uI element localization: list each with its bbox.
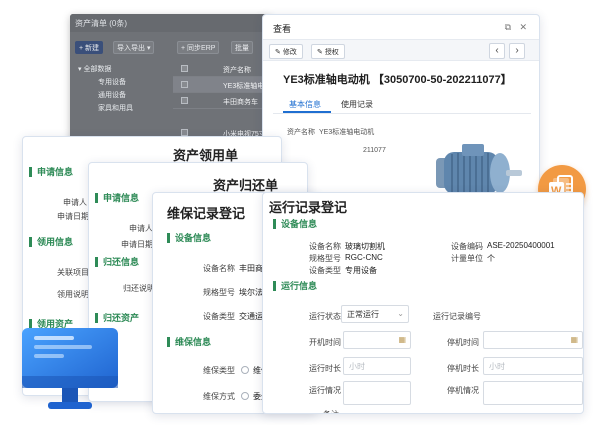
operation-record-form: 运行记录登记 设备信息 设备名称 玻璃切割机 规格型号 RGC-CNC 设备类型… — [262, 192, 584, 414]
calendar-icon: ▦ — [398, 335, 406, 344]
field-label-run-status: 运行状态 — [309, 312, 341, 321]
stop-condition-textarea[interactable] — [483, 381, 583, 405]
section-apply-info: 申请信息 — [29, 167, 73, 177]
field-label-return-note: 归还说明 — [123, 284, 155, 293]
section-run-info: 运行信息 — [273, 281, 317, 291]
field-label-device-type: 设备类型 — [203, 312, 235, 321]
start-time-input[interactable]: ▦ — [343, 331, 411, 349]
field-label-device-code: 设备编码 — [451, 242, 483, 251]
tab-divider — [273, 113, 531, 114]
field-value-model: RGC-CNC — [345, 253, 383, 262]
row-asset-name[interactable]: 丰田商务车 — [223, 97, 258, 107]
tree-item-all[interactable]: ▾ 全部数据 — [78, 64, 111, 74]
new-button[interactable]: + 新建 — [75, 41, 104, 54]
table-header-name: 资产名称 — [223, 67, 251, 74]
field-label-device-name: 设备名称 — [203, 264, 235, 273]
field-label-device-type: 设备类型 — [309, 266, 341, 275]
radio-maint-type[interactable] — [241, 366, 249, 374]
field-label-unit: 计量单位 — [451, 254, 483, 263]
run-status-select[interactable]: 正常运行 ⌄ — [341, 305, 409, 323]
asset-heading: YE3标准轴电动机 【3050700-50-202211077】 — [283, 74, 512, 86]
edit-button[interactable]: ✎ 修改 — [269, 44, 303, 59]
close-icon[interactable]: ✕ — [519, 22, 527, 33]
field-value-device-type: 专用设备 — [345, 266, 377, 275]
field-label-remark: 备注 — [323, 409, 339, 413]
field-label-apply-date: 申请日期 — [121, 240, 153, 249]
table-header-row: 资产名称 — [173, 61, 270, 77]
table-row[interactable]: 丰田商务车 — [173, 93, 270, 109]
field-label-apply-date: 申请日期 — [57, 212, 89, 221]
form-title: 运行记录登记 — [269, 200, 348, 215]
select-all-checkbox[interactable] — [181, 65, 188, 72]
section-return-assets: 归还资产 — [95, 313, 139, 323]
field-label-applicant: 申请人 — [63, 198, 87, 207]
field-value-device-code: ASE-20250400001 — [487, 241, 555, 250]
import-export-button[interactable]: 导入导出 ▾ — [113, 41, 155, 54]
calendar-icon: ▦ — [570, 335, 578, 344]
field-label-stop-duration: 停机时长 — [447, 364, 479, 373]
detail-title: 查看 — [273, 24, 292, 34]
field-label-start-time: 开机时间 — [309, 338, 341, 347]
row-checkbox[interactable] — [181, 97, 188, 104]
monitor-illustration-icon — [22, 326, 118, 412]
field-value-device-name: 玻璃切割机 — [345, 242, 385, 251]
field-label-project: 关联项目 — [57, 268, 89, 277]
detail-field-label: 资产名称 — [287, 129, 315, 136]
row-checkbox[interactable] — [181, 129, 188, 136]
prev-arrow-icon[interactable]: ‹ — [489, 43, 505, 59]
field-label-model: 规格型号 — [203, 288, 235, 297]
field-label-model: 规格型号 — [309, 254, 341, 263]
asset-list-title: 资产清单 (0条) — [70, 14, 270, 32]
radio-maint-way[interactable] — [241, 392, 249, 400]
popout-icon[interactable]: ⧉ — [505, 22, 511, 33]
asset-list-toolbar: + 新建 导入导出 ▾ + 同步ERP 批量 — [73, 41, 270, 55]
authorize-button[interactable]: ✎ 授权 — [311, 44, 345, 59]
stop-duration-input[interactable]: 小时 — [483, 357, 583, 375]
stop-time-input[interactable]: ▦ — [483, 331, 583, 349]
run-condition-textarea[interactable] — [343, 381, 411, 405]
tab-basic-info[interactable]: 基本信息 — [289, 99, 321, 110]
section-apply-info: 申请信息 — [95, 193, 139, 203]
chevron-down-icon: ⌄ — [397, 309, 404, 318]
sync-erp-button[interactable]: + 同步ERP — [177, 41, 220, 54]
field-label-run-condition: 运行情况 — [309, 386, 341, 395]
field-label-applicant: 申请人 — [129, 224, 153, 233]
field-value-unit: 个 — [487, 254, 495, 263]
form-title: 维保记录登记 — [167, 206, 246, 221]
batch-button[interactable]: 批量 — [231, 41, 253, 54]
detail-field-value: 211077 — [363, 147, 386, 154]
section-return-info: 归还信息 — [95, 257, 139, 267]
table-row[interactable]: YE3标准轴电动 — [173, 77, 270, 93]
field-label-maint-way: 维保方式 — [203, 392, 235, 401]
field-label-record-no: 运行记录编号 — [433, 312, 481, 321]
section-device-info: 设备信息 — [273, 219, 317, 229]
field-label-duration: 运行时长 — [309, 364, 341, 373]
field-label-device-name: 设备名称 — [309, 242, 341, 251]
field-label-use-note: 领用说明 — [57, 290, 89, 299]
detail-field-value: YE3标准轴电动机 — [319, 129, 375, 136]
asset-list-window: 资产清单 (0条) + 新建 导入导出 ▾ + 同步ERP 批量 ▾ 全部数据 … — [70, 14, 270, 154]
field-label-stop-condition: 停机情况 — [447, 386, 479, 395]
tab-usage-record[interactable]: 使用记录 — [341, 99, 373, 110]
tree-item-furniture[interactable]: 家具和用具 — [98, 103, 133, 113]
detail-toolbar: ✎ 修改 ✎ 授权 ‹ › — [263, 39, 539, 61]
duration-input[interactable]: 小时 — [343, 357, 411, 375]
tree-item-general[interactable]: 通用设备 — [98, 90, 126, 100]
field-label-maint-type: 维保类型 — [203, 366, 235, 375]
run-status-value: 正常运行 — [347, 310, 379, 319]
field-value-model: 埃尔法 — [239, 288, 263, 297]
section-device-info: 设备信息 — [167, 233, 211, 243]
field-label-stop-time: 停机时间 — [447, 338, 479, 347]
section-use-info: 领用信息 — [29, 237, 73, 247]
tree-item-special[interactable]: 专用设备 — [98, 77, 126, 87]
next-arrow-icon[interactable]: › — [509, 43, 525, 59]
row-checkbox[interactable] — [181, 81, 188, 88]
section-maintenance-info: 维保信息 — [167, 337, 211, 347]
